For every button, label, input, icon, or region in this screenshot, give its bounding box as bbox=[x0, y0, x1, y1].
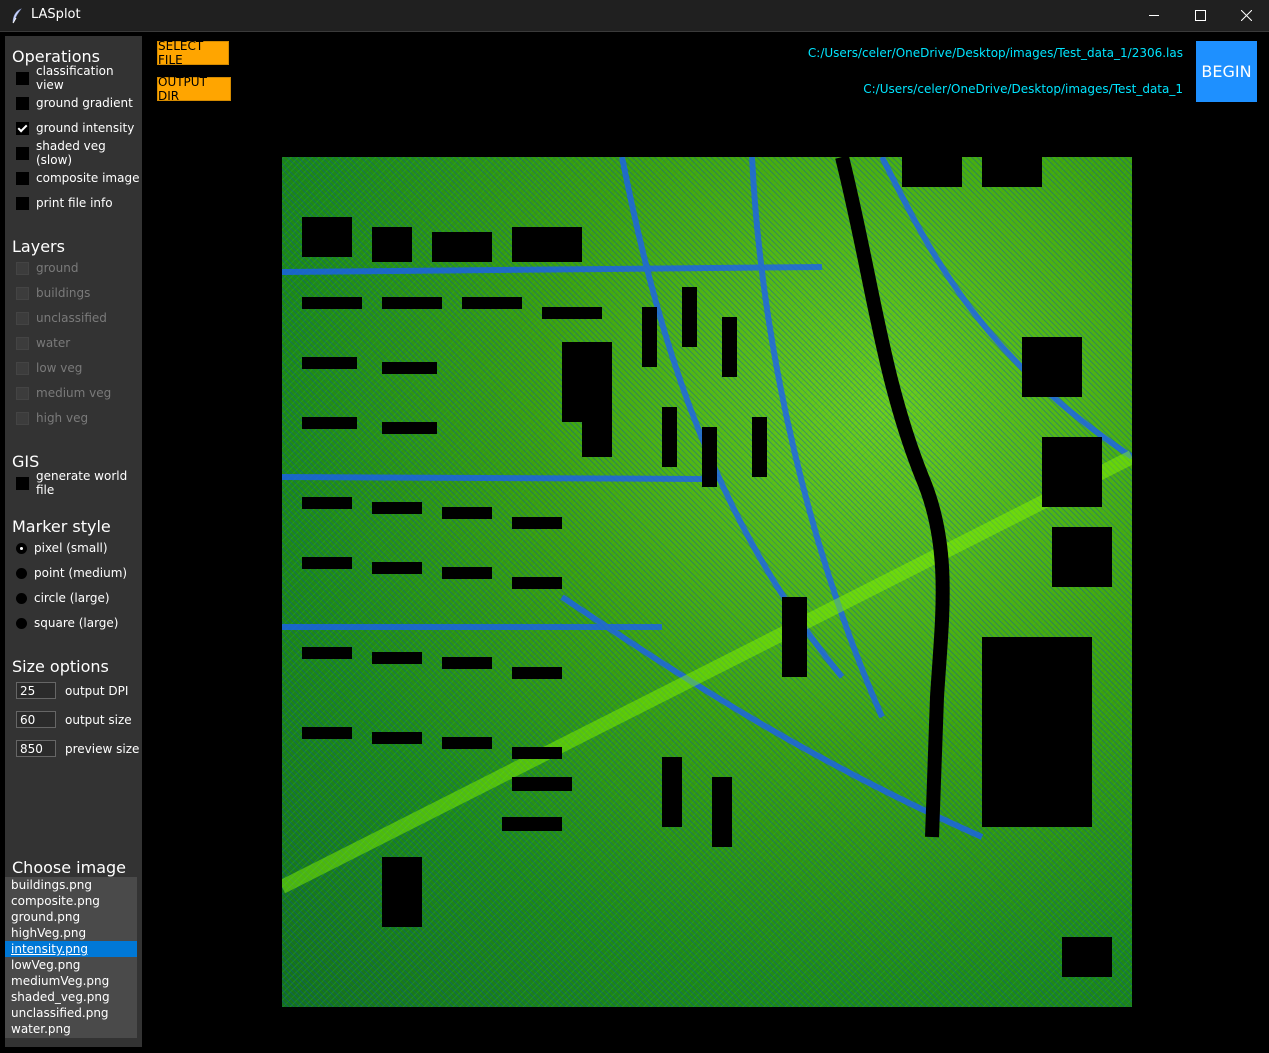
output-size-row: output size bbox=[16, 710, 132, 729]
output-dpi-row: output DPI bbox=[16, 681, 128, 700]
list-item[interactable]: buildings.png bbox=[5, 877, 137, 893]
operation-composite-image[interactable]: composite image bbox=[16, 169, 139, 187]
marker-pixel-small[interactable]: pixel (small) bbox=[16, 539, 108, 557]
operation-ground-gradient[interactable]: ground gradient bbox=[16, 94, 133, 112]
option-label: generate world file bbox=[36, 469, 128, 497]
option-label: point (medium) bbox=[34, 566, 128, 580]
option-label: square (large) bbox=[34, 616, 119, 630]
checkbox-disabled bbox=[16, 386, 29, 400]
layers-title: Layers bbox=[12, 237, 65, 256]
input-file-path: C:/Users/celer/OneDrive/Desktop/images/T… bbox=[807, 46, 1183, 60]
option-label: unclassified bbox=[36, 311, 107, 325]
minimize-button[interactable] bbox=[1131, 0, 1177, 31]
checkbox[interactable] bbox=[16, 476, 29, 490]
preview-size-label: preview size bbox=[65, 741, 140, 756]
list-item[interactable]: composite.png bbox=[5, 893, 137, 909]
marker-point-medium[interactable]: point (medium) bbox=[16, 564, 127, 582]
list-item[interactable]: highVeg.png bbox=[5, 925, 137, 941]
option-label: print file info bbox=[36, 196, 113, 210]
layer-ground: ground bbox=[16, 259, 78, 277]
preview-size-row: preview size bbox=[16, 739, 139, 758]
option-label: water bbox=[36, 336, 71, 350]
checkbox[interactable] bbox=[16, 196, 29, 210]
maximize-icon bbox=[1194, 10, 1206, 21]
feather-icon bbox=[12, 8, 22, 24]
select-file-button[interactable]: SELECT FILE bbox=[157, 39, 229, 67]
layer-unclassified: unclassified bbox=[16, 309, 107, 327]
layer-buildings: buildings bbox=[16, 284, 90, 302]
option-label: composite image bbox=[36, 171, 140, 185]
preview-overlay bbox=[282, 157, 1132, 977]
checkbox-checked[interactable] bbox=[16, 121, 29, 135]
checkbox[interactable] bbox=[16, 96, 29, 110]
gis-generate-world-file[interactable]: generate world file bbox=[16, 469, 142, 497]
checkbox-disabled bbox=[16, 286, 29, 300]
close-button[interactable] bbox=[1223, 0, 1269, 31]
option-label: pixel (small) bbox=[34, 541, 108, 555]
output-size-label: output size bbox=[65, 712, 132, 727]
option-label: high veg bbox=[36, 411, 89, 425]
preview-size-input[interactable] bbox=[16, 740, 56, 757]
checkbox-disabled bbox=[16, 336, 29, 350]
window-title: LASplot bbox=[31, 7, 81, 22]
size-options-title: Size options bbox=[12, 657, 109, 676]
output-dir-button[interactable]: OUTPUT DIR bbox=[157, 75, 231, 103]
checkbox-disabled bbox=[16, 261, 29, 275]
radio[interactable] bbox=[16, 567, 27, 579]
checkbox[interactable] bbox=[16, 71, 29, 85]
image-listbox[interactable]: buildings.png composite.png ground.png h… bbox=[5, 877, 137, 1038]
option-label: circle (large) bbox=[34, 591, 110, 605]
checkbox-disabled bbox=[16, 411, 29, 425]
operation-shaded-veg[interactable]: shaded veg (slow) bbox=[16, 139, 142, 167]
output-dir-path: C:/Users/celer/OneDrive/Desktop/images/T… bbox=[863, 82, 1183, 96]
layer-high-veg: high veg bbox=[16, 409, 88, 427]
close-icon bbox=[1240, 10, 1252, 21]
radio[interactable] bbox=[16, 592, 27, 604]
list-item[interactable]: ground.png bbox=[5, 909, 137, 925]
list-item[interactable]: lowVeg.png bbox=[5, 957, 137, 973]
list-item[interactable]: shaded_veg.png bbox=[5, 989, 137, 1005]
list-item[interactable]: mediumVeg.png bbox=[5, 973, 137, 989]
begin-button[interactable]: BEGIN bbox=[1196, 41, 1257, 102]
marker-square-large[interactable]: square (large) bbox=[16, 614, 118, 632]
option-label: classification view bbox=[36, 64, 114, 92]
list-item[interactable]: water.png bbox=[5, 1021, 137, 1037]
title-bar: LASplot bbox=[0, 0, 1269, 32]
operation-ground-intensity[interactable]: ground intensity bbox=[16, 119, 134, 137]
minimize-icon bbox=[1148, 15, 1159, 16]
marker-circle-large[interactable]: circle (large) bbox=[16, 589, 110, 607]
marker-style-title: Marker style bbox=[12, 517, 111, 536]
output-size-input[interactable] bbox=[16, 711, 56, 728]
option-label: ground gradient bbox=[36, 96, 133, 110]
radio-selected[interactable] bbox=[16, 542, 27, 554]
checkbox-disabled bbox=[16, 361, 29, 375]
option-label: low veg bbox=[36, 361, 83, 375]
option-label: ground intensity bbox=[36, 121, 135, 135]
option-label: buildings bbox=[36, 286, 91, 300]
option-label: shaded veg (slow) bbox=[36, 139, 106, 167]
output-dpi-input[interactable] bbox=[16, 682, 56, 699]
layer-medium-veg: medium veg bbox=[16, 384, 111, 402]
checkbox[interactable] bbox=[16, 146, 29, 160]
checkbox[interactable] bbox=[16, 171, 29, 185]
operation-print-file-info[interactable]: print file info bbox=[16, 194, 113, 212]
lidar-preview-image bbox=[282, 157, 1132, 1007]
maximize-button[interactable] bbox=[1177, 0, 1223, 31]
operation-classification-view[interactable]: classification view bbox=[16, 64, 142, 92]
list-item-selected[interactable]: intensity.png bbox=[5, 941, 137, 957]
layer-water: water bbox=[16, 334, 70, 352]
list-item[interactable]: unclassified.png bbox=[5, 1005, 137, 1021]
output-dpi-label: output DPI bbox=[65, 683, 129, 698]
checkbox-disabled bbox=[16, 311, 29, 325]
option-label: medium veg bbox=[36, 386, 112, 400]
option-label: ground bbox=[36, 261, 79, 275]
radio[interactable] bbox=[16, 617, 27, 629]
layer-low-veg: low veg bbox=[16, 359, 82, 377]
choose-image-title: Choose image bbox=[12, 858, 126, 877]
